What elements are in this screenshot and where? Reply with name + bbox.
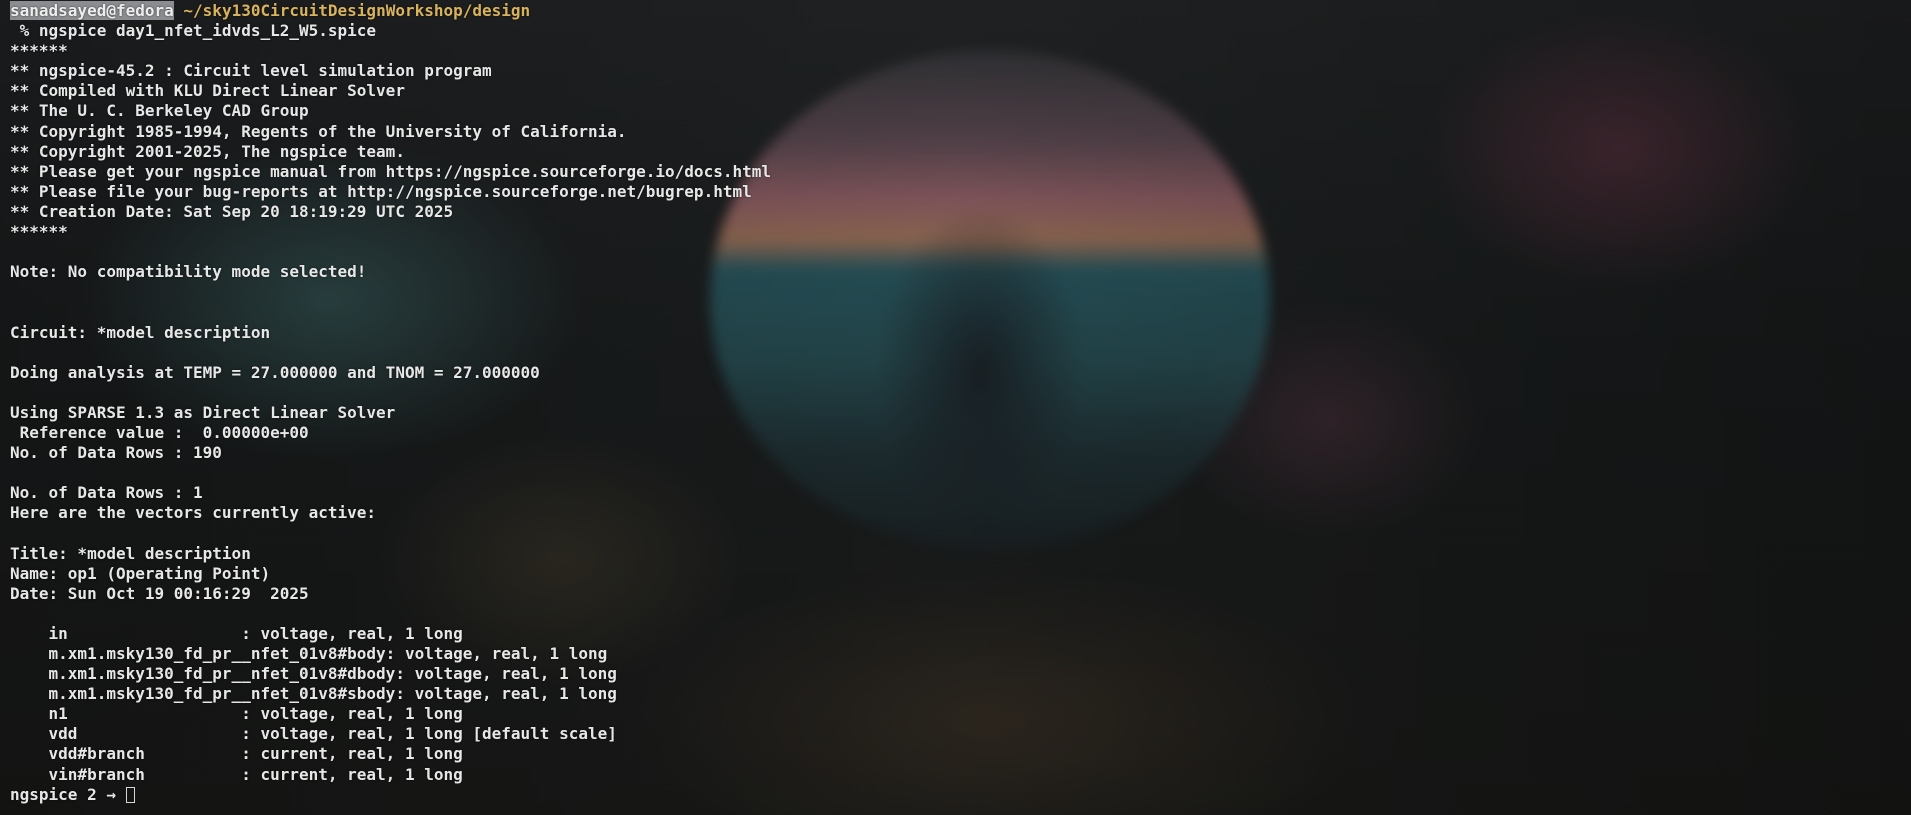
banner-line: ** ngspice-45.2 : Circuit level simulati… bbox=[10, 61, 492, 81]
terminal-window[interactable]: sanadsayed@fedora ~/sky130CircuitDesignW… bbox=[10, 1, 1900, 813]
title-line: Title: *model description bbox=[10, 543, 251, 563]
text-cursor[interactable] bbox=[125, 786, 135, 803]
date-line: Date: Sun Oct 19 00:16:29 2025 bbox=[10, 583, 309, 603]
ngspice-prompt-line[interactable]: ngspice 2 → bbox=[10, 785, 1900, 805]
vector-line: in : voltage, real, 1 long bbox=[10, 623, 463, 643]
ngspice-prompt: ngspice 2 → bbox=[10, 784, 126, 804]
banner-line: ****** bbox=[10, 222, 68, 242]
banner-line: ** Creation Date: Sat Sep 20 18:19:29 UT… bbox=[10, 201, 454, 221]
banner-line: ** Copyright 2001-2025, The ngspice team… bbox=[10, 141, 405, 161]
banner-line: ** Please file your bug-reports at http:… bbox=[10, 181, 752, 201]
vectors-header-line: Here are the vectors currently active: bbox=[10, 503, 377, 523]
banner-line: ** Please get your ngspice manual from h… bbox=[10, 161, 771, 181]
shell-prompt-line: sanadsayed@fedora ~/sky130CircuitDesignW… bbox=[10, 1, 1900, 21]
vector-line: vdd : voltage, real, 1 long [default sca… bbox=[10, 724, 617, 744]
data-rows-line: No. of Data Rows : 1 bbox=[10, 483, 203, 503]
data-rows-line: No. of Data Rows : 190 bbox=[10, 443, 222, 463]
vector-line: vin#branch : current, real, 1 long bbox=[10, 764, 463, 784]
vector-line: n1 : voltage, real, 1 long bbox=[10, 704, 463, 724]
prompt-cwd: ~/sky130CircuitDesignWorkshop/design bbox=[183, 1, 531, 20]
banner-line: ** Copyright 1985-1994, Regents of the U… bbox=[10, 121, 627, 141]
solver-line: Using SPARSE 1.3 as Direct Linear Solver bbox=[10, 402, 396, 422]
vector-line: m.xm1.msky130_fd_pr__nfet_01v8#body: vol… bbox=[10, 644, 608, 663]
banner-line: ** Compiled with KLU Direct Linear Solve… bbox=[10, 81, 405, 101]
compat-note-line: Note: No compatibility mode selected! bbox=[10, 262, 367, 282]
vector-line: vdd#branch : current, real, 1 long bbox=[10, 744, 463, 764]
prompt-user-host: sanadsayed@fedora bbox=[10, 1, 174, 20]
banner-line: ** The U. C. Berkeley CAD Group bbox=[10, 101, 309, 121]
reference-value-line: Reference value : 0.00000e+00 bbox=[10, 422, 309, 442]
banner-line: ****** bbox=[10, 41, 68, 61]
vector-line: m.xm1.msky130_fd_pr__nfet_01v8#dbody: vo… bbox=[10, 664, 617, 684]
plot-name-line: Name: op1 (Operating Point) bbox=[10, 563, 271, 583]
analysis-line: Doing analysis at TEMP = 27.000000 and T… bbox=[10, 362, 540, 382]
vector-line: m.xm1.msky130_fd_pr__nfet_01v8#sbody: vo… bbox=[10, 684, 617, 704]
circuit-line: Circuit: *model description bbox=[10, 322, 271, 342]
shell-command-line: % ngspice day1_nfet_idvds_L2_W5.spice bbox=[10, 21, 377, 41]
